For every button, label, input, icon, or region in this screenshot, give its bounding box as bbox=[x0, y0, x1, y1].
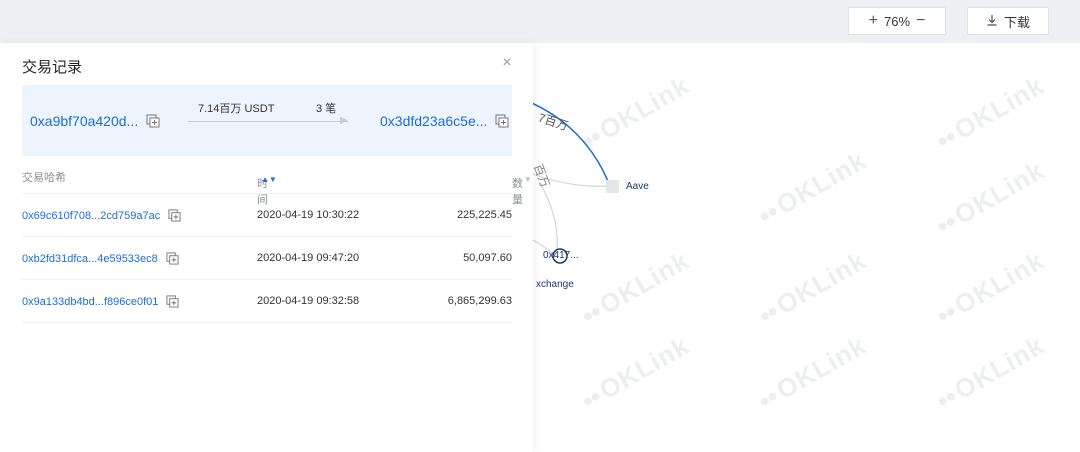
tx-hash-link[interactable]: 0x69c610f708...2cd759a7ac bbox=[22, 209, 182, 223]
table-row: 0x9a133db4bd...f896ce0f01 2020-04-19 09:… bbox=[22, 279, 512, 322]
arrow-head-icon: ▶ bbox=[340, 115, 348, 126]
from-address[interactable]: 0xa9bf70a420d... bbox=[30, 113, 160, 129]
panel-title: 交易记录 bbox=[22, 59, 83, 76]
tx-quantity: 6,865,299.63 bbox=[447, 295, 512, 307]
node-label-aave[interactable]: Aave bbox=[626, 181, 649, 192]
column-hash: 交易哈希 bbox=[22, 172, 66, 184]
tx-hash-link[interactable]: 0xb2fd31dfca...4e59533ec8 bbox=[22, 252, 180, 266]
download-label: 下载 bbox=[1003, 14, 1030, 30]
table-row: 0xb2fd31dfca...4e59533ec8 2020-04-19 09:… bbox=[22, 236, 512, 279]
table-row: 0x69c610f708...2cd759a7ac 2020-04-19 10:… bbox=[22, 193, 512, 236]
close-icon[interactable]: × bbox=[499, 55, 515, 71]
sort-icon[interactable]: ▲▼ bbox=[261, 175, 277, 184]
graph-edge bbox=[539, 182, 558, 254]
tx-time: 2020-04-19 09:47:20 bbox=[257, 252, 360, 264]
zoom-level: 76% bbox=[883, 13, 911, 29]
transfer-amount: 7.14百万 USDT bbox=[198, 103, 275, 115]
transfer-count: 3 笔 bbox=[316, 103, 337, 115]
transfer-arrow bbox=[188, 121, 348, 122]
top-toolbar: + 76% − 下载 bbox=[0, 0, 1080, 43]
tx-quantity: 50,097.60 bbox=[463, 252, 512, 264]
zoom-out-button[interactable]: − bbox=[916, 13, 925, 29]
copy-icon[interactable] bbox=[146, 114, 160, 128]
tx-time: 2020-04-19 09:32:58 bbox=[257, 295, 360, 307]
tx-time: 2020-04-19 10:30:22 bbox=[257, 209, 360, 221]
transfer-summary: 0xa9bf70a420d... 7.14百万 USDT 3 笔 ▶ 0x3df… bbox=[22, 85, 512, 156]
zoom-control: + 76% − bbox=[848, 7, 946, 35]
table-header: 交易哈希 时间 ▲▼ 数量 ▲▼ bbox=[22, 163, 532, 206]
transaction-panel: 交易记录 × 0xa9bf70a420d... 7.14百万 USDT 3 笔 … bbox=[0, 43, 533, 452]
tx-hash-link[interactable]: 0x9a133db4bd...f896ce0f01 bbox=[22, 295, 180, 309]
to-address-text: 0x3dfd23a6c5e... bbox=[380, 113, 488, 129]
download-button[interactable]: 下载 bbox=[967, 7, 1049, 35]
download-icon bbox=[986, 14, 998, 29]
to-address[interactable]: 0x3dfd23a6c5e... bbox=[380, 113, 509, 129]
node-label-address[interactable]: 0x417... bbox=[543, 250, 579, 261]
sort-icon[interactable]: ▲▼ bbox=[516, 175, 532, 184]
node-label-exchange[interactable]: xchange bbox=[536, 279, 574, 290]
tx-quantity: 225,225.45 bbox=[456, 209, 512, 221]
copy-icon[interactable] bbox=[166, 252, 180, 266]
copy-icon[interactable] bbox=[495, 114, 509, 128]
copy-icon[interactable] bbox=[166, 295, 180, 309]
graph-node-aave bbox=[606, 180, 619, 193]
from-address-text: 0xa9bf70a420d... bbox=[30, 113, 139, 129]
table-divider bbox=[22, 322, 512, 323]
copy-icon[interactable] bbox=[168, 209, 182, 223]
zoom-in-button[interactable]: + bbox=[869, 13, 878, 29]
